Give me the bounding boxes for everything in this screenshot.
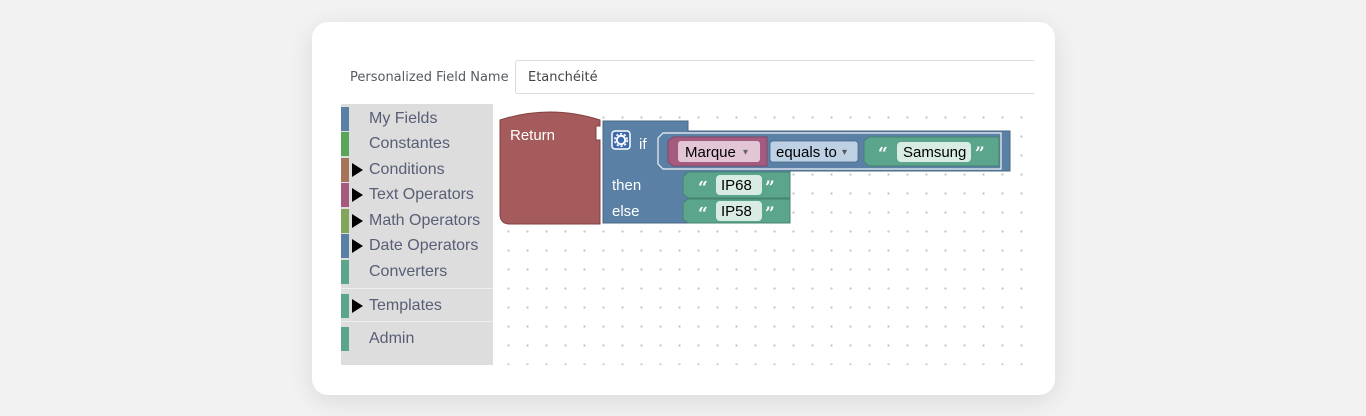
toolbox-category-admin[interactable]: Admin — [341, 327, 493, 351]
category-label: Conditions — [369, 161, 445, 178]
close-quote-icon: ” — [975, 144, 985, 164]
expand-arrow-icon[interactable] — [352, 239, 363, 253]
expand-arrow-icon[interactable] — [352, 299, 363, 313]
category-color-bar — [341, 132, 349, 156]
category-label: Converters — [369, 263, 448, 280]
toolbox-category-templates[interactable]: Templates — [341, 294, 493, 318]
close-quote-icon: ” — [765, 204, 775, 224]
category-color-bar — [341, 158, 349, 182]
field-name-input[interactable]: Etanchéité — [515, 60, 1034, 94]
if-label: if — [639, 136, 647, 153]
category-label: Admin — [369, 330, 415, 347]
category-color-bar — [341, 107, 349, 131]
expand-arrow-icon[interactable] — [352, 214, 363, 228]
return-label: Return — [510, 127, 555, 144]
else-label: else — [612, 203, 640, 220]
mutator-gear-icon[interactable] — [611, 130, 631, 150]
category-label: Templates — [369, 297, 442, 314]
toolbox-category-conditions[interactable]: Conditions — [341, 158, 493, 182]
expand-arrow-icon[interactable] — [352, 163, 363, 177]
text-block-then[interactable]: “ IP68 ” — [682, 171, 791, 199]
category-color-bar — [341, 183, 349, 207]
field-block[interactable]: Marque ▾ — [667, 136, 768, 167]
toolbox-category-my-fields[interactable]: My Fields — [341, 107, 493, 131]
dropdown-arrow-icon: ▾ — [743, 147, 748, 158]
toolbox-category-converters[interactable]: Converters — [341, 260, 493, 284]
text-block-samsung[interactable]: “ Samsung ” — [863, 136, 1000, 167]
category-color-bar — [341, 327, 349, 351]
close-quote-icon: ” — [765, 178, 775, 198]
category-label: Constantes — [369, 135, 450, 152]
category-label: Math Operators — [369, 212, 481, 229]
then-label: then — [612, 177, 641, 194]
else-text-value: IP58 — [721, 203, 752, 220]
category-label: My Fields — [369, 110, 438, 127]
category-color-bar — [341, 209, 349, 233]
category-label: Text Operators — [369, 186, 474, 203]
operator-dropdown-value: equals to — [776, 144, 837, 161]
toolbox-separator — [341, 321, 493, 322]
toolbox-category-date-operators[interactable]: Date Operators — [341, 234, 493, 258]
toolbox-separator — [341, 288, 493, 289]
toolbox-category-math-operators[interactable]: Math Operators — [341, 209, 493, 233]
toolbox-category-text-operators[interactable]: Text Operators — [341, 183, 493, 207]
category-color-bar — [341, 234, 349, 258]
then-text-value: IP68 — [721, 177, 752, 194]
category-color-bar — [341, 260, 349, 284]
return-block[interactable]: Return — [499, 111, 601, 225]
dropdown-arrow-icon: ▾ — [842, 147, 847, 158]
field-name-label: Personalized Field Name — [350, 70, 509, 85]
open-quote-icon: “ — [698, 204, 708, 224]
category-label: Date Operators — [369, 237, 479, 254]
field-dropdown-value: Marque — [685, 144, 736, 161]
open-quote-icon: “ — [878, 144, 888, 164]
operator-dropdown[interactable]: equals to ▾ — [769, 140, 859, 163]
toolbox: My Fields Constantes Conditions Text Ope… — [341, 104, 493, 365]
expand-arrow-icon[interactable] — [352, 188, 363, 202]
samsung-text-value: Samsung — [903, 144, 966, 161]
toolbox-category-constantes[interactable]: Constantes — [341, 132, 493, 156]
open-quote-icon: “ — [698, 178, 708, 198]
text-block-else[interactable]: “ IP58 ” — [682, 198, 791, 224]
category-color-bar — [341, 294, 349, 318]
